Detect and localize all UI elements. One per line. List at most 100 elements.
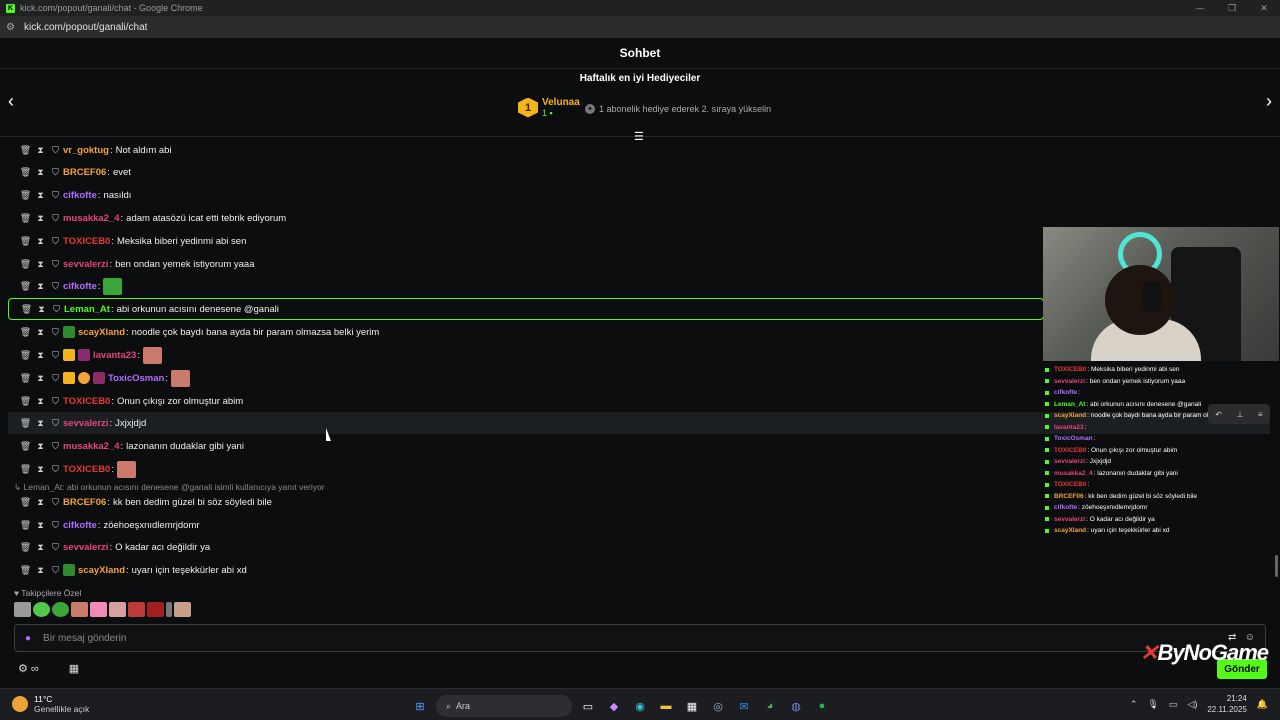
chat-username[interactable]: TOXICEB0 [63, 464, 110, 475]
chat-message[interactable]: 🗑 ⧗ ⛉ Leman_At: abi orkunun acısını denesene… [8, 298, 1044, 320]
delete-icon[interactable]: 🗑 [18, 542, 33, 553]
chat-message[interactable]: 🗑 ⧗ ⛉ ToxicOsman: [8, 367, 1044, 389]
discord-icon[interactable]: ◍ [786, 696, 806, 716]
chat-username[interactable]: cifkofte [63, 190, 97, 201]
delete-icon[interactable]: 🗑 [18, 464, 33, 475]
emote-icon[interactable] [71, 602, 88, 617]
timeout-icon[interactable]: ⧗ [33, 145, 48, 156]
timeout-icon[interactable]: ⧗ [33, 441, 48, 452]
windows-start-icon[interactable]: ⊞ [410, 696, 430, 716]
taskbar-search[interactable]: ⌕ Ara [436, 695, 572, 717]
message-input[interactable]: ● Bir mesaj gönderin ⇄ ☺ [14, 624, 1266, 652]
delete-icon[interactable]: 🗑 [18, 520, 33, 531]
chat-username[interactable]: BRCEF06 [63, 167, 106, 178]
timeout-icon[interactable]: ⧗ [33, 542, 48, 553]
shield-icon[interactable]: ⛉ [48, 327, 63, 338]
menu-icon[interactable]: ≡ [1258, 410, 1263, 419]
timeout-icon[interactable]: ⧗ [33, 396, 48, 407]
shield-icon[interactable]: ⛉ [48, 497, 63, 508]
shield-icon[interactable]: ⛉ [48, 418, 63, 429]
delete-icon[interactable]: 🗑 [18, 418, 33, 429]
chat-message[interactable]: 🗑 ⧗ ⛉ cifkofte: zöehoeşxnıdlemrjdomr [8, 514, 1044, 536]
shield-icon[interactable]: ⛉ [48, 396, 63, 407]
chrome-icon[interactable]: ◕ [760, 696, 780, 716]
chat-username[interactable]: TOXICEB0 [63, 396, 110, 407]
address-bar[interactable]: ⚙ kick.com/popout/ganali/chat [0, 16, 1280, 38]
reply-icon[interactable]: ↶ [1215, 410, 1222, 419]
timeout-icon[interactable]: ⧗ [33, 464, 48, 475]
delete-icon[interactable]: 🗑 [18, 167, 33, 178]
delete-icon[interactable]: 🗑 [19, 304, 34, 315]
mic-tray-icon[interactable]: 🎙 [1147, 699, 1158, 710]
outlook-icon[interactable]: ✉ [734, 696, 754, 716]
shield-icon[interactable]: ⛉ [48, 350, 63, 361]
delete-icon[interactable]: 🗑 [18, 373, 33, 384]
chat-message[interactable]: 🗑 ⧗ ⛉ cifkofte: nasıldı [8, 184, 1044, 206]
clock[interactable]: 21:24 22.11.2025 [1207, 693, 1246, 715]
shield-icon[interactable]: ⛉ [48, 145, 63, 156]
chat-username[interactable]: cifkofte [63, 281, 97, 292]
volume-icon[interactable]: ◁) [1187, 699, 1197, 710]
timeout-icon[interactable]: ⧗ [33, 167, 48, 178]
chat-username[interactable]: lavanta23 [93, 350, 136, 361]
emote-icon[interactable] [90, 602, 107, 617]
mic-icon[interactable]: ● [25, 633, 31, 644]
store-icon[interactable]: ▦ [69, 662, 79, 675]
chat-username[interactable]: scayXland [78, 327, 125, 338]
delete-icon[interactable]: 🗑 [18, 145, 33, 156]
chat-username[interactable]: musakka2_4 [63, 213, 120, 224]
chat-message[interactable]: 🗑 ⧗ ⛉ musakka2_4: lazonanın dudaklar gibi ya… [8, 435, 1044, 457]
chat-username[interactable]: BRCEF06 [63, 497, 106, 508]
close-icon[interactable]: ✕ [1248, 0, 1280, 16]
weather-widget[interactable]: 11°C Genellikle açık [12, 694, 89, 714]
chat-username[interactable]: ToxicOsman [108, 373, 164, 384]
emote-icon[interactable] [109, 602, 126, 617]
chat-message[interactable]: 🗑 ⧗ ⛉ scayXland: noodle çok baydı bana ayda … [8, 321, 1044, 343]
chevron-left-icon[interactable]: ‹ [8, 91, 14, 112]
network-icon[interactable]: ▭ [1169, 699, 1178, 710]
chat-username[interactable]: scayXland [78, 565, 125, 576]
shield-icon[interactable]: ⛉ [48, 281, 63, 292]
shield-icon[interactable]: ⛉ [48, 236, 63, 247]
chat-username[interactable]: TOXICEB0 [63, 236, 110, 247]
timeout-icon[interactable]: ⧗ [34, 304, 49, 315]
edge-icon[interactable]: ◉ [630, 696, 650, 716]
emote-icon[interactable] [128, 602, 145, 617]
timeout-icon[interactable]: ⧗ [33, 190, 48, 201]
shield-icon[interactable]: ⛉ [48, 213, 63, 224]
chat-username[interactable]: sevvalerzi [63, 259, 108, 270]
timeout-icon[interactable]: ⧗ [33, 327, 48, 338]
shield-icon[interactable]: ⛉ [48, 167, 63, 178]
top-gifter[interactable]: 1 Velunaa 1 ▪ [518, 97, 580, 118]
chat-message[interactable]: 🗑 ⧗ ⛉ cifkofte: [8, 275, 1044, 297]
emote-icon[interactable] [147, 602, 164, 617]
chat-username[interactable]: sevvalerzi [63, 418, 108, 429]
emote-icon[interactable] [14, 602, 31, 617]
delete-icon[interactable]: 🗑 [18, 497, 33, 508]
spotify-icon[interactable]: ● [812, 696, 832, 716]
timeout-icon[interactable]: ⧗ [33, 350, 48, 361]
shield-icon[interactable]: ⛉ [48, 565, 63, 576]
delete-icon[interactable]: 🗑 [18, 327, 33, 338]
chat-message[interactable]: 🗑 ⧗ ⛉ vr_goktug: Not aldım abi [8, 139, 1044, 161]
chevron-up-icon[interactable]: ⌃ [1130, 699, 1138, 710]
delete-icon[interactable]: 🗑 [18, 190, 33, 201]
shield-icon[interactable]: ⛉ [48, 464, 63, 475]
chat-username[interactable]: sevvalerzi [63, 542, 108, 553]
steam-icon[interactable]: ◎ [708, 696, 728, 716]
chat-message[interactable]: 🗑 ⧗ ⛉ TOXICEB0: Meksika biberi yedinmi abi s… [8, 230, 1044, 252]
chevron-right-icon[interactable]: › [1266, 91, 1272, 112]
delete-icon[interactable]: 🗑 [18, 236, 33, 247]
site-settings-icon[interactable]: ⚙ [6, 22, 20, 33]
emote-icon[interactable] [52, 602, 69, 617]
chat-username[interactable]: vr_goktug [63, 145, 109, 156]
chat-message[interactable]: 🗑 ⧗ ⛉ BRCEF06: evet [8, 161, 1044, 183]
chat-message[interactable]: 🗑 ⧗ ⛉ musakka2_4: adam atasözü icat etti teb… [8, 207, 1044, 229]
chat-message[interactable]: 🗑 ⧗ ⛉ BRCEF06: kk ben dedim güzel bi söz söy… [8, 491, 1044, 513]
shield-icon[interactable]: ⛉ [48, 190, 63, 201]
delete-icon[interactable]: 🗑 [18, 441, 33, 452]
timeout-icon[interactable]: ⧗ [33, 418, 48, 429]
chat-message[interactable]: 🗑 ⧗ ⛉ sevvalerzi: ben ondan yemek istiyorum … [8, 253, 1044, 275]
copilot-icon[interactable]: ◆ [604, 696, 624, 716]
shield-icon[interactable]: ⛉ [48, 373, 63, 384]
